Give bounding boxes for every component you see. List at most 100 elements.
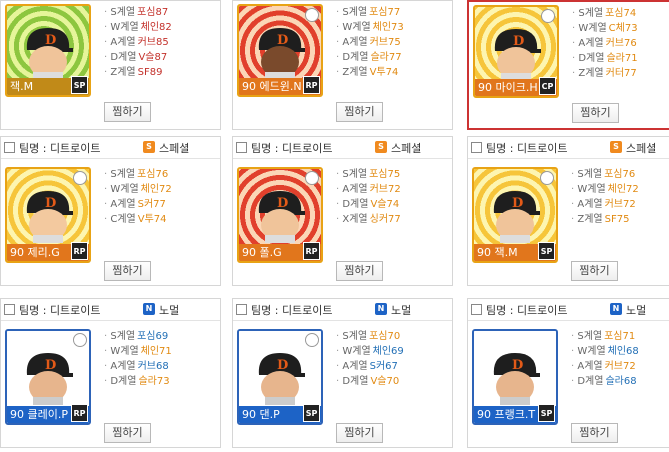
stat-item: · S계열 포심87 <box>104 7 169 18</box>
category-label: 스페셜 <box>626 142 657 155</box>
svg-text:D: D <box>45 196 56 211</box>
player-card[interactable]: D 90 댄.P SP <box>237 329 323 425</box>
position-badge: SP <box>71 76 88 94</box>
stat-item: · A계열 커브72 <box>571 199 636 210</box>
card-badge-icon <box>305 171 319 185</box>
select-checkbox[interactable] <box>4 142 15 153</box>
stat-list: · S계열 포심76 · W계열 체인72 · A계열 S커77 · C계열 V투74 <box>104 167 172 227</box>
stat-item: · S계열 포심69 <box>104 331 169 342</box>
team-label: 팀명 : 디트로이트 <box>19 142 101 155</box>
normal-category-icon: N <box>143 303 155 315</box>
card-badge-icon <box>73 333 87 347</box>
position-badge: RP <box>71 242 88 260</box>
cell-header: 팀명 : 디트로이트 N 노멀 <box>468 299 669 321</box>
player-cell: 팀명 : 디트로이트 N 노멀 D 90 클레이.P RP · S계열 포심69 … <box>0 298 221 448</box>
stat-item: · S계열 포심71 <box>571 331 636 342</box>
player-cell: D 잭.M SP · S계열 포심87 · W계열 체인82 · A계열 커브85 ·… <box>0 0 221 130</box>
stat-item: · D계열 슬라77 <box>336 52 402 63</box>
position-badge: SP <box>303 404 320 422</box>
cell-header: 팀명 : 디트로이트 N 노멀 <box>233 299 452 321</box>
category-label: 노멀 <box>391 304 412 317</box>
position-badge: RP <box>71 404 88 422</box>
stat-item: · W계열 체인72 <box>104 184 172 195</box>
stat-list: · S계열 포심77 · W계열 체인73 · A계열 커브75 · D계열 슬라77 … <box>336 5 404 80</box>
wishlist-button[interactable]: 찜하기 <box>572 103 619 123</box>
wishlist-button[interactable]: 찜하기 <box>336 261 383 281</box>
select-checkbox[interactable] <box>471 142 482 153</box>
stat-item: · W계열 C체73 <box>572 23 638 34</box>
stat-item: · D계열 슬라71 <box>572 53 638 64</box>
special-category-icon: S <box>375 141 387 153</box>
player-face-icon: D <box>26 353 73 405</box>
player-card[interactable]: D 90 잭.M SP <box>472 167 558 263</box>
player-cell: 팀명 : 디트로이트 S 스페셜 D 90 제리.G RP · S계열 포심76 … <box>0 136 221 286</box>
card-badge-icon <box>541 9 555 23</box>
player-card[interactable]: D 90 마이크.H CP <box>473 5 559 98</box>
normal-category-icon: N <box>375 303 387 315</box>
player-card[interactable]: D 90 제리.G RP <box>5 167 91 263</box>
player-card[interactable]: D 90 에드윈.N RP <box>237 4 323 97</box>
svg-text:D: D <box>512 358 523 373</box>
stat-item: · D계열 슬라73 <box>104 376 170 387</box>
svg-text:D: D <box>513 34 524 49</box>
wishlist-button[interactable]: 찜하기 <box>104 102 151 122</box>
stat-list: · S계열 포심87 · W계열 체인82 · A계열 커브85 · D계열 V슬87 … <box>104 5 172 80</box>
wishlist-button[interactable]: 찜하기 <box>571 423 618 443</box>
wishlist-button[interactable]: 찜하기 <box>571 261 618 281</box>
player-face-icon: D <box>258 353 305 405</box>
stat-list: · S계열 포심69 · W계열 체인71 · A계열 커브68 · D계열 슬라73 <box>104 329 172 389</box>
stat-item: · S계열 포심74 <box>572 8 637 19</box>
special-category-icon: S <box>143 141 155 153</box>
stat-item: · A계열 커브75 <box>336 37 401 48</box>
svg-text:D: D <box>512 196 523 211</box>
stat-item: · S계열 포심77 <box>336 7 401 18</box>
select-checkbox[interactable] <box>236 142 247 153</box>
player-cell: 팀명 : 디트로이트 S 스페셜 D 90 폴.G RP · S계열 포심75 ·… <box>232 136 453 286</box>
stat-item: · W계열 체인73 <box>336 22 404 33</box>
stat-item: · W계열 체인82 <box>104 22 172 33</box>
wishlist-button[interactable]: 찜하기 <box>336 423 383 443</box>
svg-text:D: D <box>277 358 288 373</box>
select-checkbox[interactable] <box>236 304 247 315</box>
player-card[interactable]: D 90 프랭크.T SP <box>472 329 558 425</box>
player-card[interactable]: D 90 폴.G RP <box>237 167 323 263</box>
card-badge-icon <box>73 171 87 185</box>
cell-header: 팀명 : 디트로이트 S 스페셜 <box>233 137 452 159</box>
position-badge: SP <box>538 242 555 260</box>
player-face-icon: D <box>26 28 73 80</box>
team-label: 팀명 : 디트로이트 <box>486 304 568 317</box>
stat-list: · S계열 포심71 · W계열 체인68 · A계열 커브72 · D계열 슬라68 <box>571 329 639 389</box>
wishlist-button[interactable]: 찜하기 <box>104 261 151 281</box>
category-label: 노멀 <box>159 304 180 317</box>
category-label: 스페셜 <box>391 142 422 155</box>
player-card[interactable]: D 90 클레이.P RP <box>5 329 91 425</box>
card-badge-icon <box>305 333 319 347</box>
special-category-icon: S <box>610 141 622 153</box>
svg-text:D: D <box>45 358 56 373</box>
player-cell: D 90 마이크.H CP · S계열 포심74 · W계열 C체73 · A계열 커… <box>467 0 669 130</box>
stat-item: · Z계열 V투74 <box>336 67 399 78</box>
player-cell: D 90 에드윈.N RP · S계열 포심77 · W계열 체인73 · A계열 커… <box>232 0 453 130</box>
position-badge: RP <box>303 242 320 260</box>
team-label: 팀명 : 디트로이트 <box>486 142 568 155</box>
stat-item: · A계열 커브68 <box>104 361 169 372</box>
position-badge: RP <box>303 76 320 94</box>
wishlist-button[interactable]: 찜하기 <box>336 102 383 122</box>
stat-item: · D계열 V슬74 <box>336 199 400 210</box>
stat-item: · W계열 체인68 <box>571 346 639 357</box>
wishlist-button[interactable]: 찜하기 <box>104 423 151 443</box>
stat-item: · S계열 포심76 <box>571 169 636 180</box>
player-face-icon: D <box>494 29 541 81</box>
stat-item: · A계열 커브85 <box>104 37 169 48</box>
stat-item: · Z계열 SF75 <box>571 214 630 225</box>
stat-item: · C계열 V투74 <box>104 214 167 225</box>
player-card[interactable]: D 잭.M SP <box>5 4 91 97</box>
team-label: 팀명 : 디트로이트 <box>251 142 333 155</box>
select-checkbox[interactable] <box>471 304 482 315</box>
stat-list: · S계열 포심75 · A계열 커브72 · D계열 V슬74 · X계열 싱커77 <box>336 167 401 227</box>
normal-category-icon: N <box>610 303 622 315</box>
player-face-icon: D <box>26 191 73 243</box>
stat-item: · A계열 S커67 <box>336 361 398 372</box>
position-badge: CP <box>539 77 556 95</box>
select-checkbox[interactable] <box>4 304 15 315</box>
